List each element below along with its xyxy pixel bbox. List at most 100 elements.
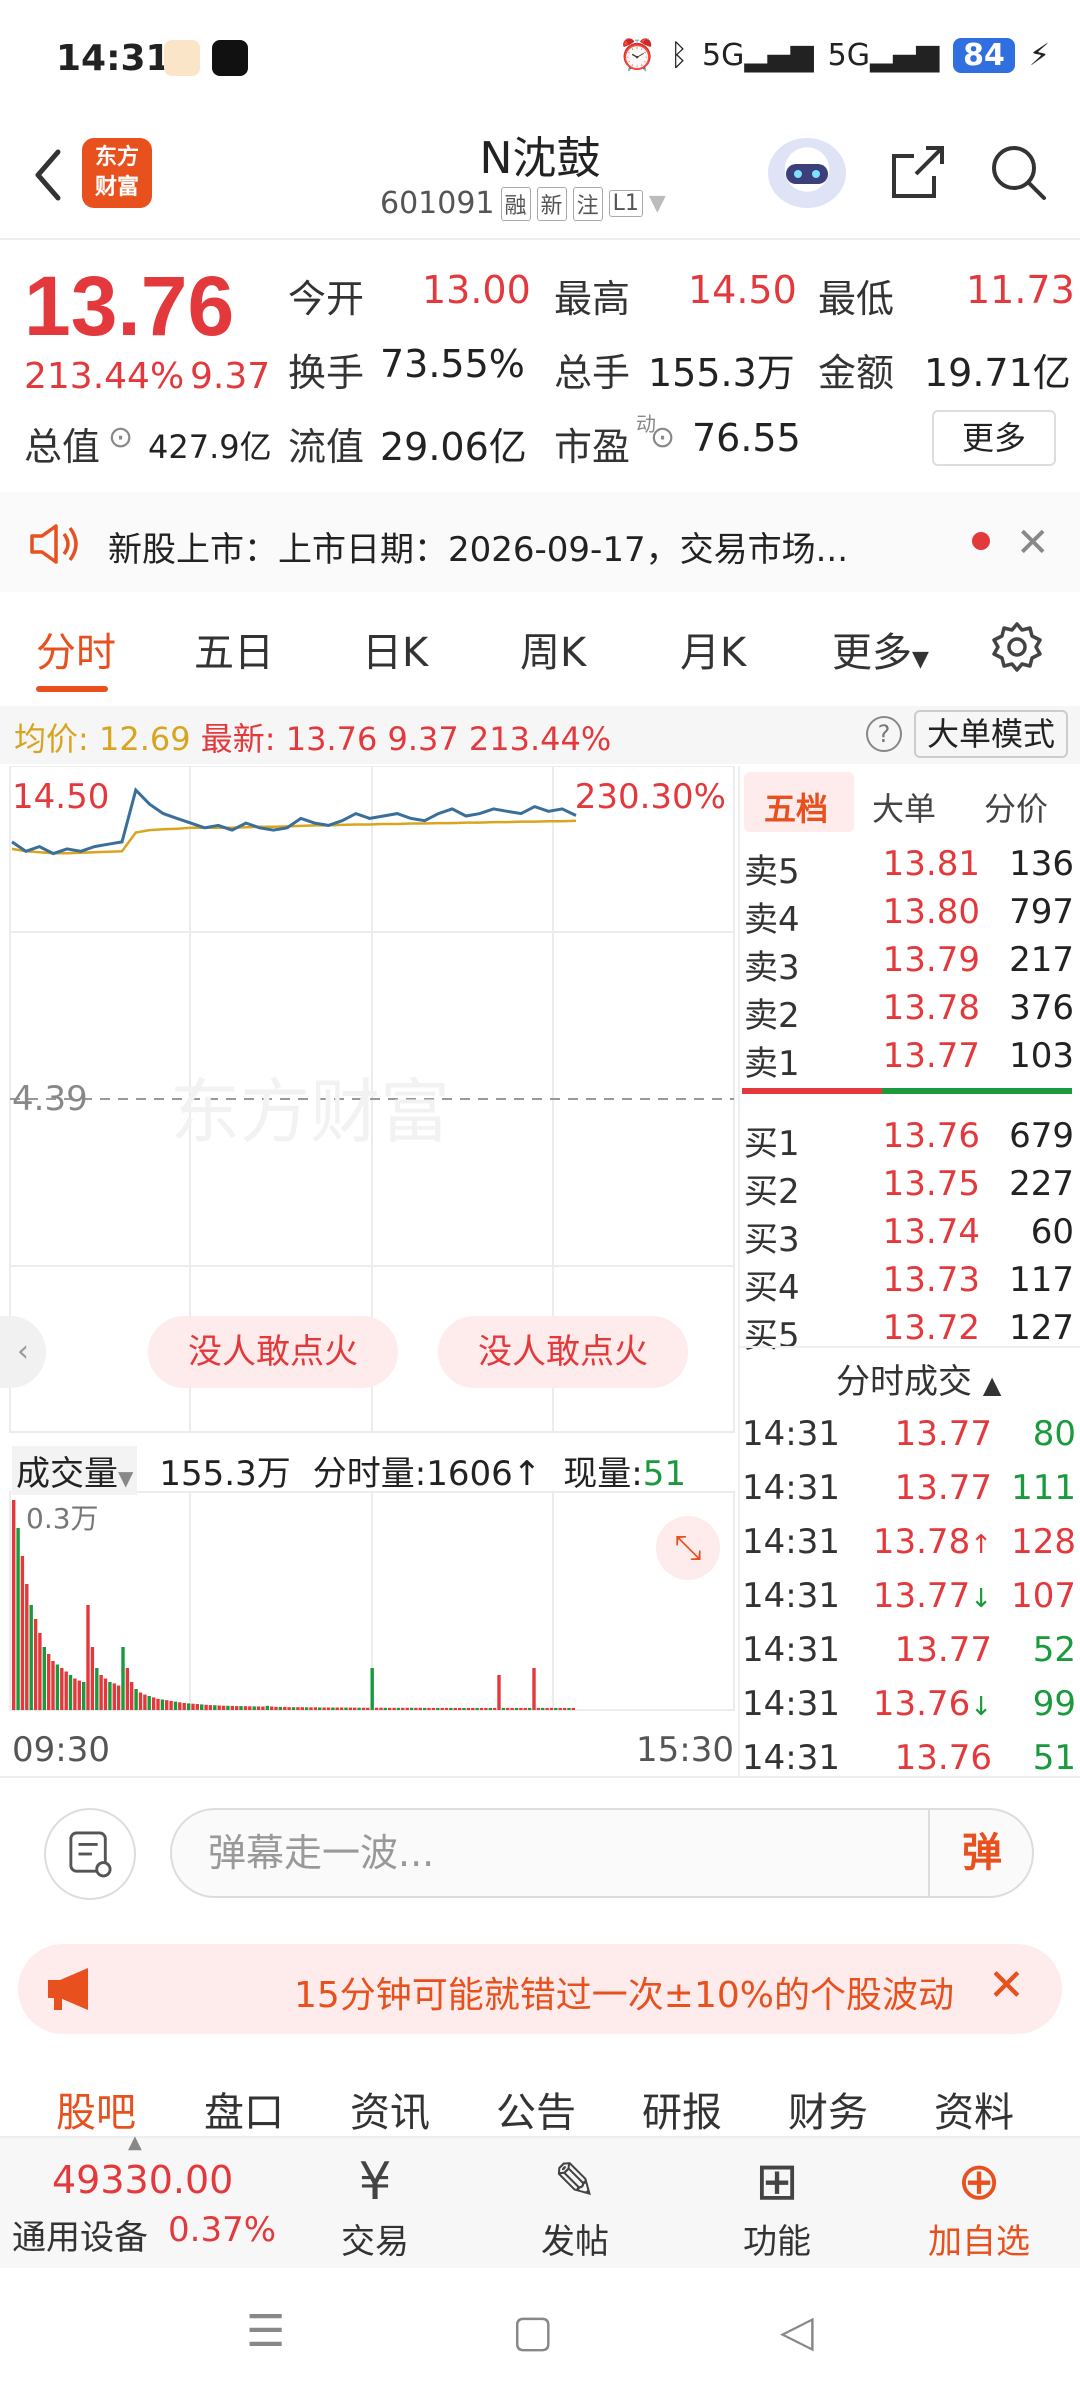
ask-row[interactable]: 卖2 13.78 376 [744,988,1074,1037]
tab-weekly-k[interactable]: 周K [520,620,586,678]
tab-5day[interactable]: 五日 [194,620,274,678]
tab-announcements[interactable]: 公告 [496,2080,576,2138]
volume-bar [261,1706,265,1710]
tab-profile[interactable]: 资料 [934,2080,1014,2138]
more-quote-button[interactable]: 更多 [932,410,1056,466]
volume-bar [239,1706,243,1710]
tab-monthly-k[interactable]: 月K [680,620,746,678]
ask-row[interactable]: 卖5 13.81 136 [744,844,1074,893]
share-icon[interactable] [886,140,950,204]
help-icon[interactable]: ? [866,716,902,752]
avg-price-line [11,819,577,855]
gear-icon[interactable] [990,620,1044,674]
trade-row: 14:31 13.77 52 [742,1630,1076,1670]
tab-active-indicator [36,686,108,692]
tab-forum[interactable]: 股吧 [56,2080,136,2138]
tag-margin: 融 [500,186,531,221]
tab-order-book[interactable]: 盘口 [204,2080,284,2138]
ask-volume: 136 [1009,844,1074,884]
tab-research[interactable]: 研报 [642,2080,722,2138]
trades-title[interactable]: 分时成交 ▲ [836,1354,1001,1403]
stock-code-row: 601091 融 新 注 L1 ▼ [380,186,666,221]
bid-row[interactable]: 买5 13.72 127 [744,1308,1074,1357]
volume-bar [567,1707,571,1710]
ask-row[interactable]: 卖1 13.77 103 [744,1036,1074,1085]
tab-news[interactable]: 资讯 [350,2080,430,2138]
tab-five-levels[interactable]: 五档 [764,784,828,830]
nav-trade[interactable]: ¥ 交易 [300,2150,450,2263]
charging-icon: ⚡ [1028,38,1050,73]
up-arrow-icon: ↑ [512,1454,542,1494]
pe-info-icon[interactable]: ⊙ [650,420,675,455]
tab-intraday[interactable]: 分时 [36,620,116,678]
trade-time: 14:31 [742,1684,840,1724]
close-icon[interactable]: ✕ [988,1960,1025,2011]
tick-volume: 分时量:1606↑ [312,1454,542,1494]
nav-add-watchlist[interactable]: ⊕ 加自选 [904,2150,1054,2263]
nav-functions[interactable]: ⊞ 功能 [702,2150,852,2263]
ask-row[interactable]: 卖3 13.79 217 [744,940,1074,989]
bid-row[interactable]: 买3 13.74 60 [744,1212,1074,1261]
signal-icon: 5G▂▄▆ [702,38,814,73]
open-value: 13.00 [422,268,531,312]
volume-bar [165,1700,169,1710]
ask-volume: 217 [1009,940,1074,980]
tab-daily-k[interactable]: 日K [362,620,428,678]
volume-bar [283,1706,287,1710]
bid-row[interactable]: 买1 13.76 679 [744,1116,1074,1165]
speaker-icon [30,524,78,564]
bullet-send-button[interactable]: 弹 [928,1808,1034,1898]
volume-bar [20,1556,25,1710]
nav-post[interactable]: ✎ 发帖 [500,2150,650,2263]
volume-selector[interactable]: 成交量▼ [12,1446,138,1495]
trades-divider [738,1346,1080,1348]
tab-price-distribution[interactable]: 分价 [984,784,1048,830]
bullet-comment-input[interactable]: 弹幕走一波... [170,1808,1034,1898]
volume-bar [436,1707,440,1710]
home-icon[interactable]: ▢ [512,2306,554,2357]
menu-icon[interactable]: ☰ [246,2306,285,2357]
ignite-button[interactable]: 没人敢点火 [148,1316,398,1388]
volume-bar [213,1705,217,1710]
ai-assistant-icon[interactable] [768,138,846,208]
sector-name[interactable]: 通用设备 [12,2210,148,2259]
sector-index-value[interactable]: 49330.00 [52,2158,233,2202]
volume-bar [558,1707,562,1710]
volume-bar [230,1705,234,1710]
bullet-settings-icon[interactable] [44,1808,136,1900]
promo-text[interactable]: 15分钟可能就错过一次±10%的个股波动 [294,1966,954,2018]
dropdown-icon[interactable]: ▼ [649,191,666,216]
ask-row[interactable]: 卖4 13.80 797 [744,892,1074,941]
tab-financials[interactable]: 财务 [788,2080,868,2138]
grid-icon: ⊞ [755,2152,799,2212]
intraday-chart[interactable]: 东方财富 14.50 230.30% 4.39 0.3万 [0,766,736,1776]
tab-more[interactable]: 更多▼ [832,620,929,678]
back-nav-icon[interactable]: ◁ [780,2306,814,2357]
volume-bar [147,1696,151,1710]
volume-bar [191,1703,195,1710]
notice-text[interactable]: 新股上市：上市日期：2026-09-17，交易市场... [108,522,938,571]
high-label: 最高 [554,277,631,321]
big-order-mode-button[interactable]: 大单模式 [914,710,1068,758]
bid-row[interactable]: 买2 13.75 227 [744,1164,1074,1213]
volume-bar [519,1707,523,1710]
volume-bar [423,1707,427,1710]
search-icon[interactable] [986,140,1050,204]
volume-bar [379,1707,383,1710]
expand-icon[interactable]: ⤡ [656,1516,720,1580]
ignite-button-2[interactable]: 没人敢点火 [438,1316,688,1388]
tab-big-orders[interactable]: 大单 [872,784,936,830]
close-icon[interactable]: ✕ [1016,520,1050,566]
volume-bar [55,1664,60,1710]
volume-bar [466,1707,471,1710]
bid-row[interactable]: 买4 13.73 117 [744,1260,1074,1309]
volume-bar [82,1682,86,1710]
volume-bar [304,1707,309,1710]
volume-bar [178,1702,182,1710]
info-icon[interactable]: ⊙ [108,420,133,455]
volume-bar [562,1707,567,1710]
chevron-down-icon: ▼ [118,1466,134,1490]
ask-volume: 103 [1009,1036,1074,1076]
chevron-up-icon[interactable]: ▲ [128,2132,142,2153]
bid-price: 13.72 [882,1308,980,1348]
